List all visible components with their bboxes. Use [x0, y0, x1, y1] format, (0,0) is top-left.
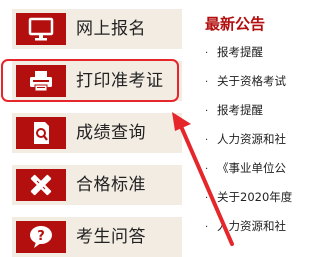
icon-tile: ?	[16, 221, 66, 253]
sidebar-item-label: 合格标准	[76, 175, 146, 195]
news-title: 最新公告	[205, 15, 266, 33]
news-item[interactable]: · 人力资源和社	[205, 131, 292, 147]
sidebar-item-label: 网上报名	[76, 19, 146, 39]
sidebar-item-label: 打印准考证	[76, 71, 164, 91]
icon-tile	[16, 117, 66, 149]
news-item[interactable]: · 《事业单位公	[205, 160, 292, 176]
monitor-icon	[28, 17, 54, 41]
news-item[interactable]: · 关于资格考试	[205, 73, 292, 89]
sidebar-item-candidate-qa[interactable]: ? 考生问答	[12, 217, 182, 257]
news-item[interactable]: · 报考提醒	[205, 44, 292, 60]
sidebar-item-print-admission-ticket[interactable]: 打印准考证	[12, 61, 182, 101]
question-bubble-icon: ?	[30, 226, 52, 248]
document-search-icon	[34, 122, 49, 144]
pencil-ruler-icon	[30, 174, 52, 196]
news-item[interactable]: · 报考提醒	[205, 102, 292, 118]
icon-tile	[16, 13, 66, 45]
sidebar-item-label: 成绩查询	[76, 123, 146, 143]
news-item[interactable]: · 关于2020年度	[205, 189, 292, 205]
news-panel: 最新公告 · 报考提醒 · 关于资格考试 · 报考提醒 · 人力资源和社 · 《事业单位公…	[205, 13, 292, 253]
sidebar-item-online-registration[interactable]: 网上报名	[12, 9, 182, 49]
sidebar-item-label: 考生问答	[76, 227, 146, 247]
printer-icon	[30, 71, 52, 92]
sidebar-item-passing-standard[interactable]: 合格标准	[12, 165, 182, 205]
sidebar-item-score-query[interactable]: 成绩查询	[12, 113, 182, 153]
icon-tile	[16, 169, 66, 201]
svg-text:?: ?	[37, 229, 45, 244]
news-item[interactable]: · 人力资源和社	[205, 218, 292, 234]
icon-tile	[16, 65, 66, 97]
